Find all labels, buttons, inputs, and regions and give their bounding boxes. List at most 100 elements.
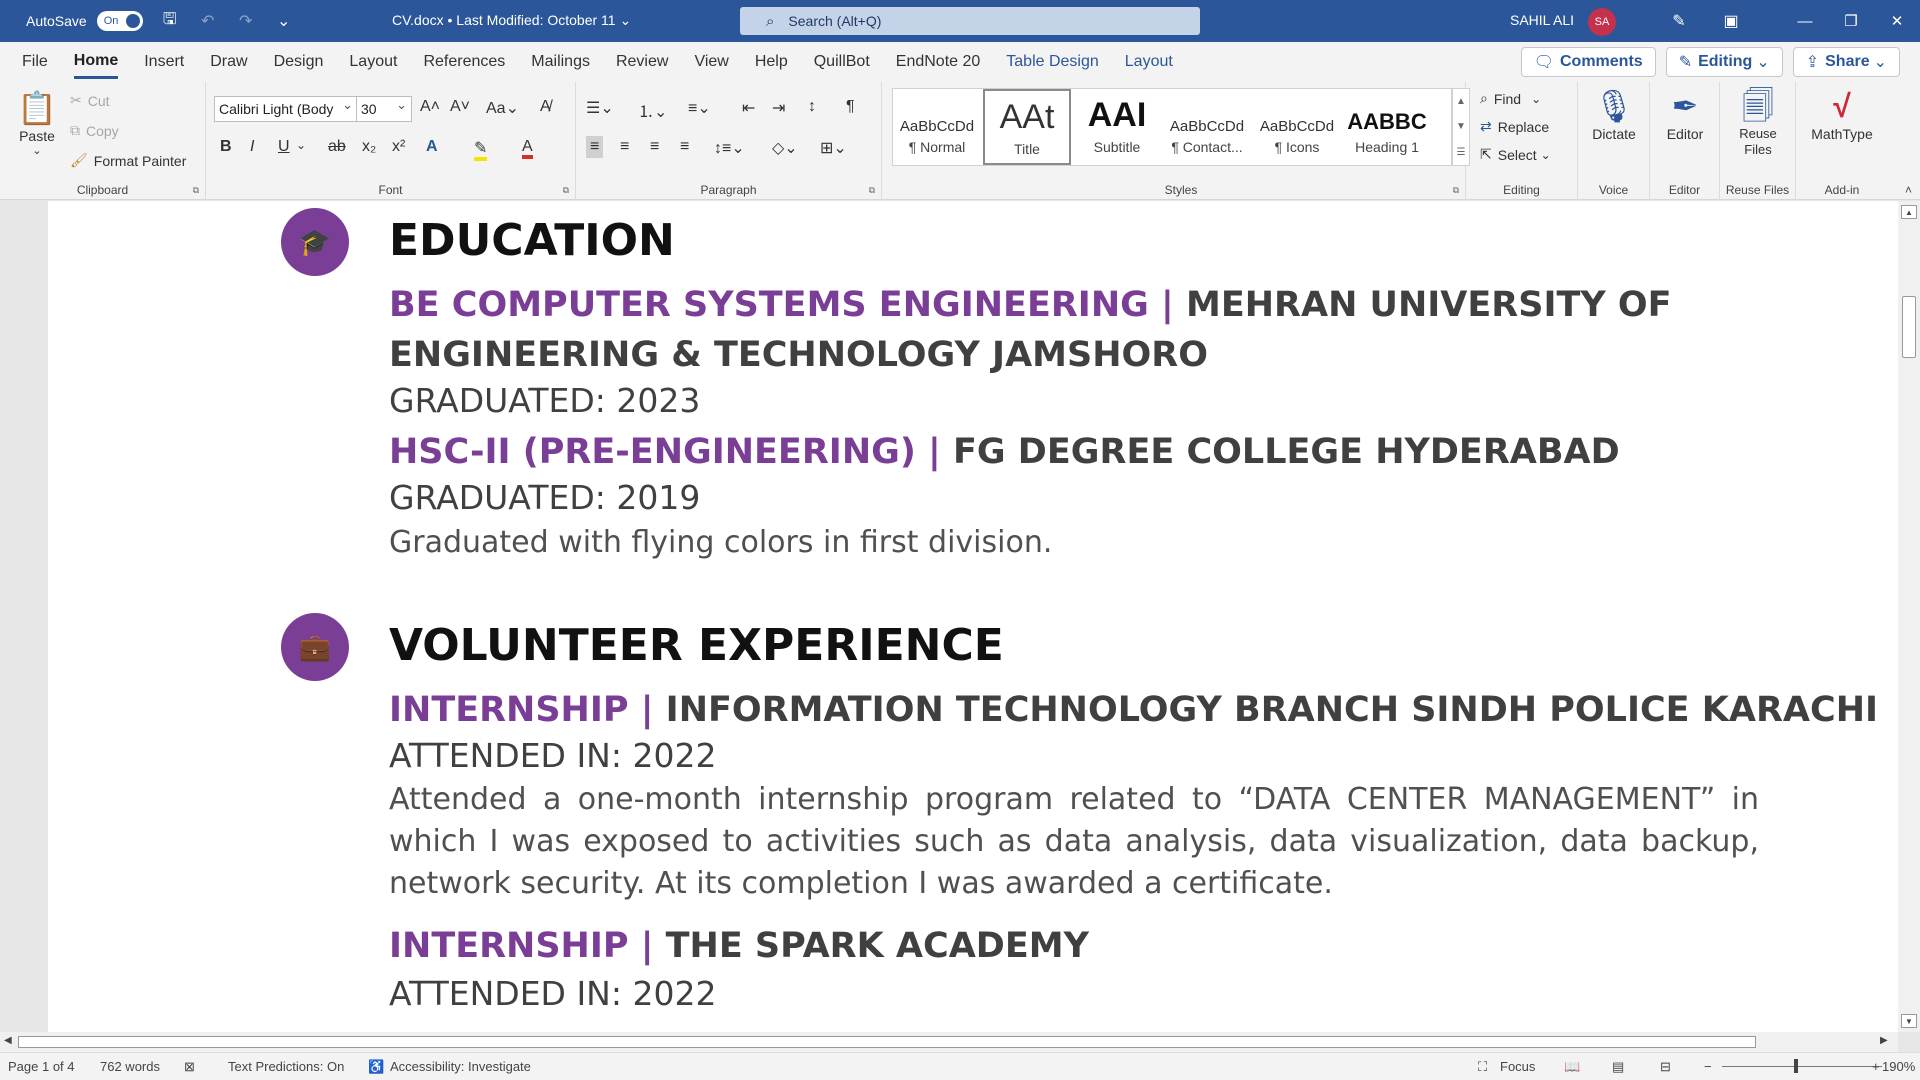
- bullets-icon[interactable]: ☰⌄: [586, 98, 614, 118]
- shrink-font-icon[interactable]: A˅: [450, 98, 470, 116]
- bold-icon[interactable]: B: [220, 138, 232, 156]
- change-case-icon[interactable]: Aa⌄: [486, 98, 519, 118]
- text-effects-icon[interactable]: A: [426, 138, 438, 156]
- tab-table-layout[interactable]: Layout: [1125, 47, 1173, 77]
- scrollbar-thumb[interactable]: [1902, 296, 1916, 358]
- cut-button[interactable]: ✂ Cut: [70, 92, 110, 109]
- font-family-select[interactable]: Calibri Light (Body: [214, 96, 358, 122]
- customize-toolbar-icon[interactable]: ⌄: [273, 10, 295, 32]
- text-predictions-status[interactable]: Text Predictions: On: [228, 1059, 344, 1074]
- vertical-scrollbar[interactable]: ▲ ▼: [1898, 201, 1920, 1032]
- copy-button[interactable]: ⧉ Copy: [70, 122, 119, 139]
- restore-icon[interactable]: ❐: [1828, 0, 1874, 42]
- mathtype-button[interactable]: √ MathType: [1800, 86, 1884, 142]
- autosave-control[interactable]: AutoSave On: [26, 11, 143, 31]
- word-count[interactable]: 762 words: [100, 1059, 160, 1074]
- print-layout-icon[interactable]: ▤: [1612, 1059, 1624, 1075]
- share-button[interactable]: ⇪ Share ⌄: [1792, 47, 1900, 77]
- highlight-icon[interactable]: ✎: [474, 138, 488, 161]
- reuse-files-button[interactable]: 🗐 Reuse Files: [1726, 86, 1790, 158]
- style-normal[interactable]: AaBbCcDd ¶ Normal: [893, 89, 981, 165]
- clear-formatting-icon[interactable]: A̸: [540, 98, 551, 116]
- italic-icon[interactable]: I: [250, 138, 254, 156]
- editor-button[interactable]: ✒ Editor: [1654, 86, 1716, 142]
- format-painter-button[interactable]: 🖌 Format Painter: [70, 152, 186, 169]
- page-count[interactable]: Page 1 of 4: [8, 1059, 75, 1074]
- zoom-out-icon[interactable]: −: [1704, 1059, 1712, 1074]
- redo-icon[interactable]: ↷: [235, 10, 257, 32]
- sort-icon[interactable]: ↕: [808, 98, 816, 116]
- style-title[interactable]: AAt Title: [983, 89, 1071, 165]
- accessibility-status[interactable]: Accessibility: Investigate: [390, 1059, 531, 1074]
- grow-font-icon[interactable]: A˄: [420, 98, 440, 116]
- undo-icon[interactable]: ↶: [197, 10, 219, 32]
- tab-endnote[interactable]: EndNote 20: [896, 47, 981, 77]
- editing-mode-button[interactable]: ✎ Editing ⌄: [1665, 47, 1783, 77]
- style-heading-1[interactable]: AABBC Heading 1: [1343, 89, 1431, 165]
- borders-icon[interactable]: ⊞⌄: [820, 138, 847, 158]
- style-icons[interactable]: AaBbCcDd ¶ Icons: [1253, 89, 1341, 165]
- align-left-icon[interactable]: ≡: [586, 136, 604, 158]
- designer-pen-icon[interactable]: ✎: [1668, 10, 1690, 32]
- close-icon[interactable]: ✕: [1874, 0, 1920, 42]
- shading-icon[interactable]: ◇⌄: [772, 138, 798, 158]
- dialog-launcher-icon[interactable]: ⧉: [1453, 185, 1459, 196]
- autosave-toggle[interactable]: On: [96, 11, 143, 31]
- read-mode-icon[interactable]: 📖: [1564, 1059, 1580, 1075]
- replace-button[interactable]: ⇄ Replace: [1480, 118, 1549, 135]
- find-button[interactable]: ⌕ Find ⌄: [1480, 90, 1541, 107]
- avatar[interactable]: SA: [1588, 8, 1616, 36]
- strikethrough-icon[interactable]: ab: [328, 138, 346, 156]
- scroll-up-icon[interactable]: ▲: [1901, 205, 1917, 219]
- tab-file[interactable]: File: [22, 47, 48, 77]
- horizontal-scrollbar-thumb[interactable]: [18, 1036, 1756, 1048]
- tab-layout[interactable]: Layout: [349, 47, 397, 77]
- scroll-down-icon[interactable]: ▼: [1901, 1014, 1917, 1028]
- tab-table-design[interactable]: Table Design: [1006, 47, 1099, 77]
- dictate-button[interactable]: 🎙 Dictate: [1582, 86, 1646, 142]
- minimize-icon[interactable]: —: [1782, 0, 1828, 42]
- zoom-slider-thumb[interactable]: [1794, 1059, 1798, 1073]
- tab-help[interactable]: Help: [755, 47, 788, 77]
- style-subtitle[interactable]: AAI Subtitle: [1073, 89, 1161, 165]
- document-title[interactable]: CV.docx • Last Modified: October 11 ⌄: [392, 12, 631, 29]
- numbering-icon[interactable]: ⒈⌄: [638, 98, 667, 122]
- tab-insert[interactable]: Insert: [144, 47, 184, 77]
- decrease-indent-icon[interactable]: ⇤: [742, 98, 755, 118]
- select-button[interactable]: ⇱ Select ⌄: [1480, 146, 1551, 163]
- web-layout-icon[interactable]: ⊟: [1660, 1059, 1671, 1075]
- tab-review[interactable]: Review: [616, 47, 668, 77]
- tab-view[interactable]: View: [694, 47, 728, 77]
- tab-home[interactable]: Home: [73, 46, 119, 79]
- chevron-down-icon[interactable]: ⌄: [296, 138, 306, 152]
- multilevel-list-icon[interactable]: ≡⌄: [688, 98, 711, 118]
- tab-design[interactable]: Design: [274, 47, 324, 77]
- font-size-select[interactable]: 30: [356, 96, 412, 122]
- underline-icon[interactable]: U: [278, 138, 290, 156]
- zoom-level[interactable]: 190%: [1882, 1059, 1915, 1074]
- tab-draw[interactable]: Draw: [210, 47, 247, 77]
- tab-quillbot[interactable]: QuillBot: [814, 47, 870, 77]
- horizontal-scrollbar[interactable]: ◀ ▶: [0, 1032, 1898, 1052]
- font-color-icon[interactable]: A: [522, 138, 533, 159]
- search-box[interactable]: ⌕ Search (Alt+Q): [740, 7, 1200, 35]
- align-right-icon[interactable]: ≡: [650, 138, 659, 156]
- style-contact[interactable]: AaBbCcDd ¶ Contact...: [1163, 89, 1251, 165]
- zoom-slider[interactable]: [1722, 1066, 1882, 1067]
- dialog-launcher-icon[interactable]: ⧉: [869, 185, 875, 196]
- scroll-right-icon[interactable]: ▶: [1880, 1035, 1888, 1046]
- comments-button[interactable]: 🗨 Comments: [1520, 47, 1656, 77]
- show-formatting-marks-icon[interactable]: ¶: [846, 98, 855, 116]
- dialog-launcher-icon[interactable]: ⧉: [563, 185, 569, 196]
- justify-icon[interactable]: ≡: [680, 138, 689, 156]
- focus-button[interactable]: Focus: [1500, 1059, 1535, 1074]
- increase-indent-icon[interactable]: ⇥: [772, 98, 785, 118]
- collapse-ribbon-icon[interactable]: ˄: [1905, 183, 1912, 197]
- superscript-icon[interactable]: x²: [392, 138, 405, 156]
- tab-references[interactable]: References: [423, 47, 505, 77]
- save-icon[interactable]: 🖫: [159, 10, 181, 32]
- proofing-icon[interactable]: ⊠: [184, 1059, 195, 1075]
- subscript-icon[interactable]: x₂: [362, 138, 376, 156]
- align-center-icon[interactable]: ≡: [620, 138, 629, 156]
- scroll-left-icon[interactable]: ◀: [4, 1035, 12, 1046]
